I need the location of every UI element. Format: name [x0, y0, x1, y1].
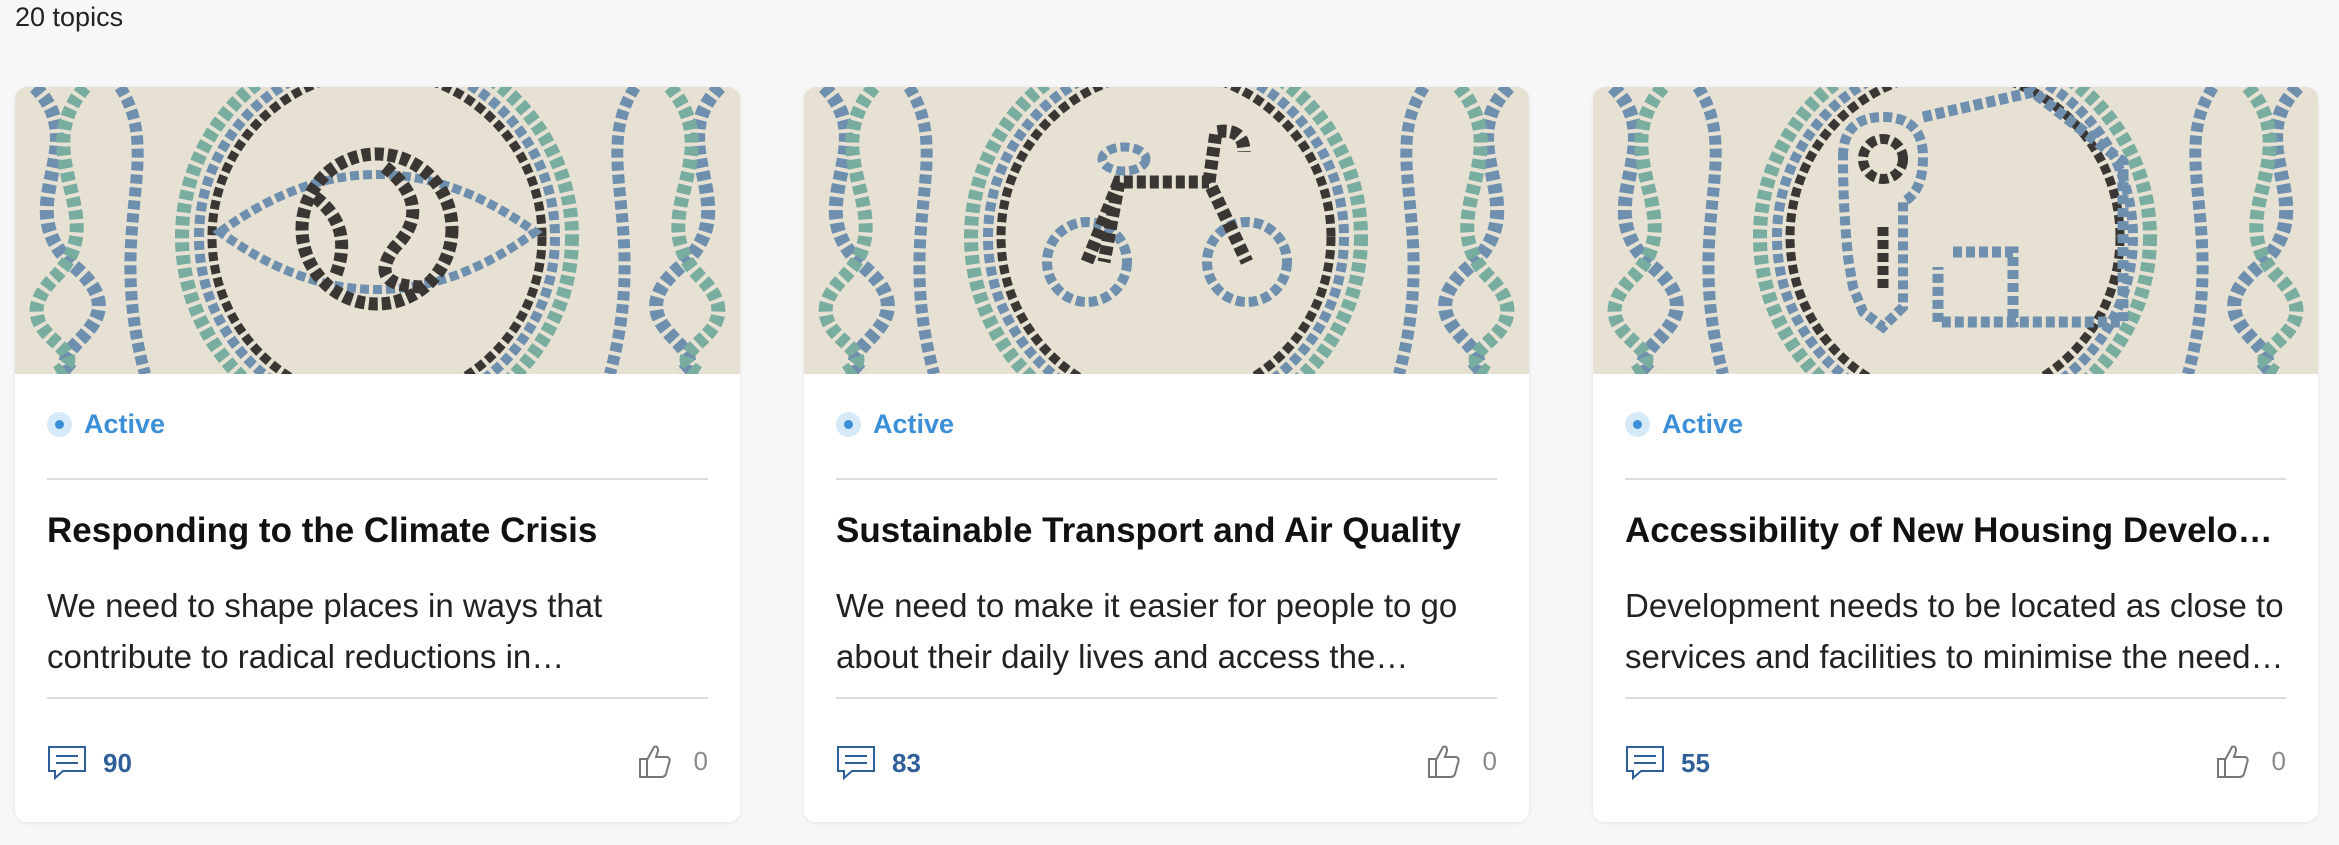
- comments-count[interactable]: 83: [836, 745, 921, 781]
- like-button[interactable]: 0: [2216, 743, 2286, 779]
- divider: [47, 697, 708, 699]
- comment-icon: [837, 746, 875, 781]
- status-label: Active: [1662, 409, 1744, 439]
- like-button[interactable]: 0: [1427, 743, 1497, 779]
- status-label: Active: [84, 409, 166, 439]
- topic-count: 20 topics: [15, 2, 124, 32]
- topic-card[interactable]: Active Accessibility of New Housing Deve…: [1593, 87, 2318, 822]
- topic-card[interactable]: Active Responding to the Climate Crisis …: [15, 87, 740, 822]
- likes-number: 0: [693, 745, 708, 776]
- topic-title[interactable]: Accessibility of New Housing Development…: [1625, 511, 2290, 551]
- likes-number: 0: [2271, 745, 2286, 776]
- topic-description: Development needs to be located as close…: [1625, 587, 2288, 675]
- topic-image: [1593, 87, 2318, 374]
- status-label: Active: [873, 409, 955, 439]
- comments-count[interactable]: 55: [1625, 745, 1710, 781]
- status-badge: Active: [1625, 409, 1743, 440]
- topic-description: We need to shape places in ways that con…: [47, 587, 603, 675]
- divider: [1625, 697, 2286, 699]
- divider: [836, 697, 1497, 699]
- like-button[interactable]: 0: [638, 743, 708, 779]
- divider: [47, 478, 708, 480]
- comment-icon: [1626, 746, 1664, 781]
- status-dot-icon: [47, 412, 72, 437]
- topic-description: We need to make it easier for people to …: [836, 587, 1458, 675]
- thumbs-up-icon: [2216, 745, 2249, 778]
- comments-number: 90: [103, 747, 132, 778]
- divider: [836, 478, 1497, 480]
- status-badge: Active: [47, 409, 165, 440]
- likes-number: 0: [1482, 745, 1497, 776]
- topic-image: [804, 87, 1529, 374]
- comments-number: 55: [1681, 747, 1710, 778]
- status-dot-icon: [836, 412, 861, 437]
- status-dot-icon: [1625, 412, 1650, 437]
- status-badge: Active: [836, 409, 954, 440]
- topic-image: [15, 87, 740, 374]
- topic-title[interactable]: Sustainable Transport and Air Quality: [836, 511, 1501, 551]
- comment-icon: [48, 746, 86, 781]
- topic-card[interactable]: Active Sustainable Transport and Air Qua…: [804, 87, 1529, 822]
- topic-title[interactable]: Responding to the Climate Crisis: [47, 511, 712, 551]
- divider: [1625, 478, 2286, 480]
- comments-number: 83: [892, 747, 921, 778]
- thumbs-up-icon: [1427, 745, 1460, 778]
- comments-count[interactable]: 90: [47, 745, 132, 781]
- thumbs-up-icon: [638, 745, 671, 778]
